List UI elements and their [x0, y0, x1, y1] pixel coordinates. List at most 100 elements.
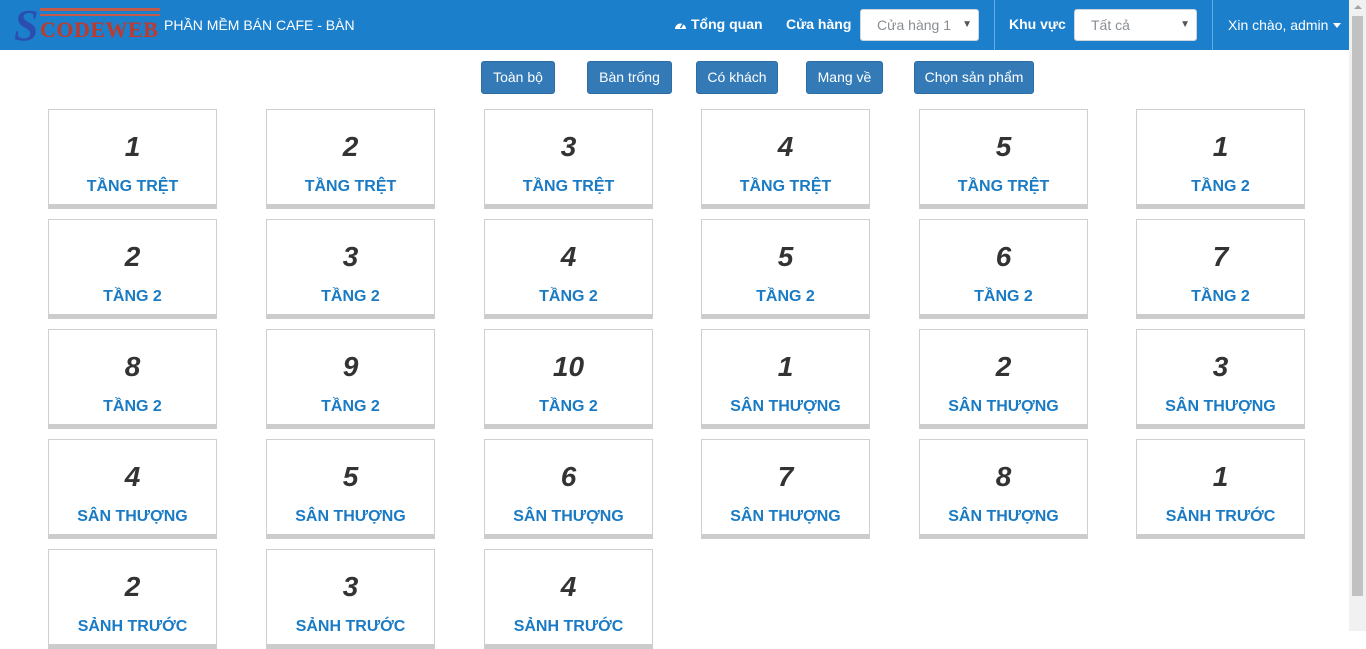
table-area: TẦNG TRỆT	[739, 178, 832, 195]
table-number: 2	[342, 131, 359, 162]
table-area: SÂN THƯỢNG	[730, 398, 841, 415]
table-card[interactable]: 4 TẦNG 2	[484, 219, 653, 319]
select-caret-icon: ▼	[962, 19, 972, 30]
table-card[interactable]: 8 SÂN THƯỢNG	[919, 439, 1088, 539]
table-card[interactable]: 3 SÂN THƯỢNG	[1136, 329, 1305, 429]
table-number: 3	[342, 571, 359, 602]
table-number: 4	[124, 461, 141, 492]
table-card[interactable]: 5 TẦNG TRỆT	[919, 109, 1088, 209]
scrollbar-thumb[interactable]	[1352, 16, 1363, 596]
table-number: 5	[995, 131, 1012, 162]
table-card[interactable]: 2 SÂN THƯỢNG	[919, 329, 1088, 429]
app-title[interactable]: PHẦN MỀM BÁN CAFE - BÀN	[164, 16, 355, 34]
table-number: 5	[777, 241, 794, 272]
table-area: TẦNG 2	[103, 398, 162, 415]
table-card[interactable]: 1 TẦNG TRỆT	[48, 109, 217, 209]
table-area: TẦNG 2	[974, 288, 1033, 305]
table-card[interactable]: 5 SÂN THƯỢNG	[266, 439, 435, 539]
table-card[interactable]: 2 TẦNG TRỆT	[266, 109, 435, 209]
table-card[interactable]: 4 SẢNH TRƯỚC	[484, 549, 653, 649]
table-number: 7	[777, 461, 794, 492]
table-card[interactable]: 6 TẦNG 2	[919, 219, 1088, 319]
filter-takeaway-button[interactable]: Mang về	[806, 61, 883, 94]
table-card[interactable]: 1 SẢNH TRƯỚC	[1136, 439, 1305, 539]
table-number: 4	[777, 131, 794, 162]
table-area: TẦNG 2	[539, 288, 598, 305]
table-area: SÂN THƯỢNG	[77, 508, 188, 525]
filter-occupied-button[interactable]: Có khách	[696, 61, 778, 94]
table-number: 2	[124, 571, 141, 602]
table-area: TẦNG 2	[1191, 288, 1250, 305]
table-card[interactable]: 7 SÂN THƯỢNG	[701, 439, 870, 539]
table-card[interactable]: 2 TẦNG 2	[48, 219, 217, 319]
table-card[interactable]: 2 SẢNH TRƯỚC	[48, 549, 217, 649]
table-area: TẦNG 2	[1191, 178, 1250, 195]
table-number: 4	[560, 241, 577, 272]
table-number: 3	[342, 241, 359, 272]
table-number: 2	[124, 241, 141, 272]
filter-all-button[interactable]: Toàn bộ	[481, 61, 555, 94]
table-card[interactable]: 7 TẦNG 2	[1136, 219, 1305, 319]
table-number: 1	[124, 131, 141, 162]
table-area: SÂN THƯỢNG	[730, 508, 841, 525]
table-number: 5	[342, 461, 359, 492]
store-label: Cửa hàng	[786, 16, 852, 32]
dashboard-icon	[675, 22, 686, 29]
store-select-value: Cửa hàng 1	[877, 17, 951, 33]
table-number: 2	[995, 351, 1012, 382]
table-number: 1	[777, 351, 794, 382]
area-select[interactable]: Tất cả ▼	[1074, 9, 1197, 41]
table-area: TẦNG TRỆT	[522, 178, 615, 195]
table-number: 3	[560, 131, 577, 162]
overview-link[interactable]: Tổng quan	[674, 15, 763, 33]
user-greeting: Xin chào, admin	[1228, 17, 1329, 33]
nav-divider	[1212, 0, 1213, 50]
table-card[interactable]: 3 TẦNG TRỆT	[484, 109, 653, 209]
table-card[interactable]: 6 SÂN THƯỢNG	[484, 439, 653, 539]
table-number: 10	[552, 351, 585, 382]
table-area: SÂN THƯỢNG	[513, 508, 624, 525]
table-area: TẦNG 2	[103, 288, 162, 305]
vertical-scrollbar[interactable]	[1349, 0, 1366, 631]
table-number: 7	[1212, 241, 1229, 272]
table-card[interactable]: 3 TẦNG 2	[266, 219, 435, 319]
table-card[interactable]: 4 SÂN THƯỢNG	[48, 439, 217, 539]
table-area: SẢNH TRƯỚC	[513, 618, 624, 635]
table-number: 6	[560, 461, 577, 492]
table-card[interactable]: 1 SÂN THƯỢNG	[701, 329, 870, 429]
select-caret-icon: ▼	[1180, 19, 1190, 30]
codeweb-logo[interactable]: S CODEWEB	[14, 2, 160, 50]
logo-stripe	[40, 14, 160, 16]
table-area: TẦNG 2	[321, 288, 380, 305]
table-area: SÂN THƯỢNG	[1165, 398, 1276, 415]
table-card[interactable]: 4 TẦNG TRỆT	[701, 109, 870, 209]
choose-product-button[interactable]: Chọn sản phẩm	[914, 61, 1034, 94]
table-number: 8	[995, 461, 1012, 492]
top-navbar: S CODEWEB PHẦN MỀM BÁN CAFE - BÀN Tổng q…	[0, 0, 1349, 50]
table-area: SẢNH TRƯỚC	[1165, 508, 1276, 525]
table-area: TẦNG 2	[756, 288, 815, 305]
table-number: 8	[124, 351, 141, 382]
table-area: SÂN THƯỢNG	[948, 508, 1059, 525]
table-card[interactable]: 1 TẦNG 2	[1136, 109, 1305, 209]
area-select-value: Tất cả	[1091, 17, 1130, 33]
table-card[interactable]: 8 TẦNG 2	[48, 329, 217, 429]
table-area: SÂN THƯỢNG	[295, 508, 406, 525]
table-number: 4	[560, 571, 577, 602]
area-label: Khu vực	[1009, 16, 1066, 32]
scroll-up-arrow-icon[interactable]	[1354, 5, 1362, 9]
filter-empty-button[interactable]: Bàn trống	[587, 61, 672, 94]
table-area: SẢNH TRƯỚC	[295, 618, 406, 635]
overview-label: Tổng quan	[691, 16, 763, 32]
table-card[interactable]: 5 TẦNG 2	[701, 219, 870, 319]
table-card[interactable]: 10 TẦNG 2	[484, 329, 653, 429]
store-select[interactable]: Cửa hàng 1 ▼	[860, 9, 979, 41]
table-number: 1	[1212, 131, 1229, 162]
table-card[interactable]: 9 TẦNG 2	[266, 329, 435, 429]
table-area: TẦNG TRỆT	[957, 178, 1050, 195]
table-area: TẦNG 2	[321, 398, 380, 415]
nav-divider	[994, 0, 995, 50]
user-menu[interactable]: Xin chào, admin	[1228, 16, 1342, 34]
table-card[interactable]: 3 SẢNH TRƯỚC	[266, 549, 435, 649]
logo-letter: S	[14, 1, 39, 50]
